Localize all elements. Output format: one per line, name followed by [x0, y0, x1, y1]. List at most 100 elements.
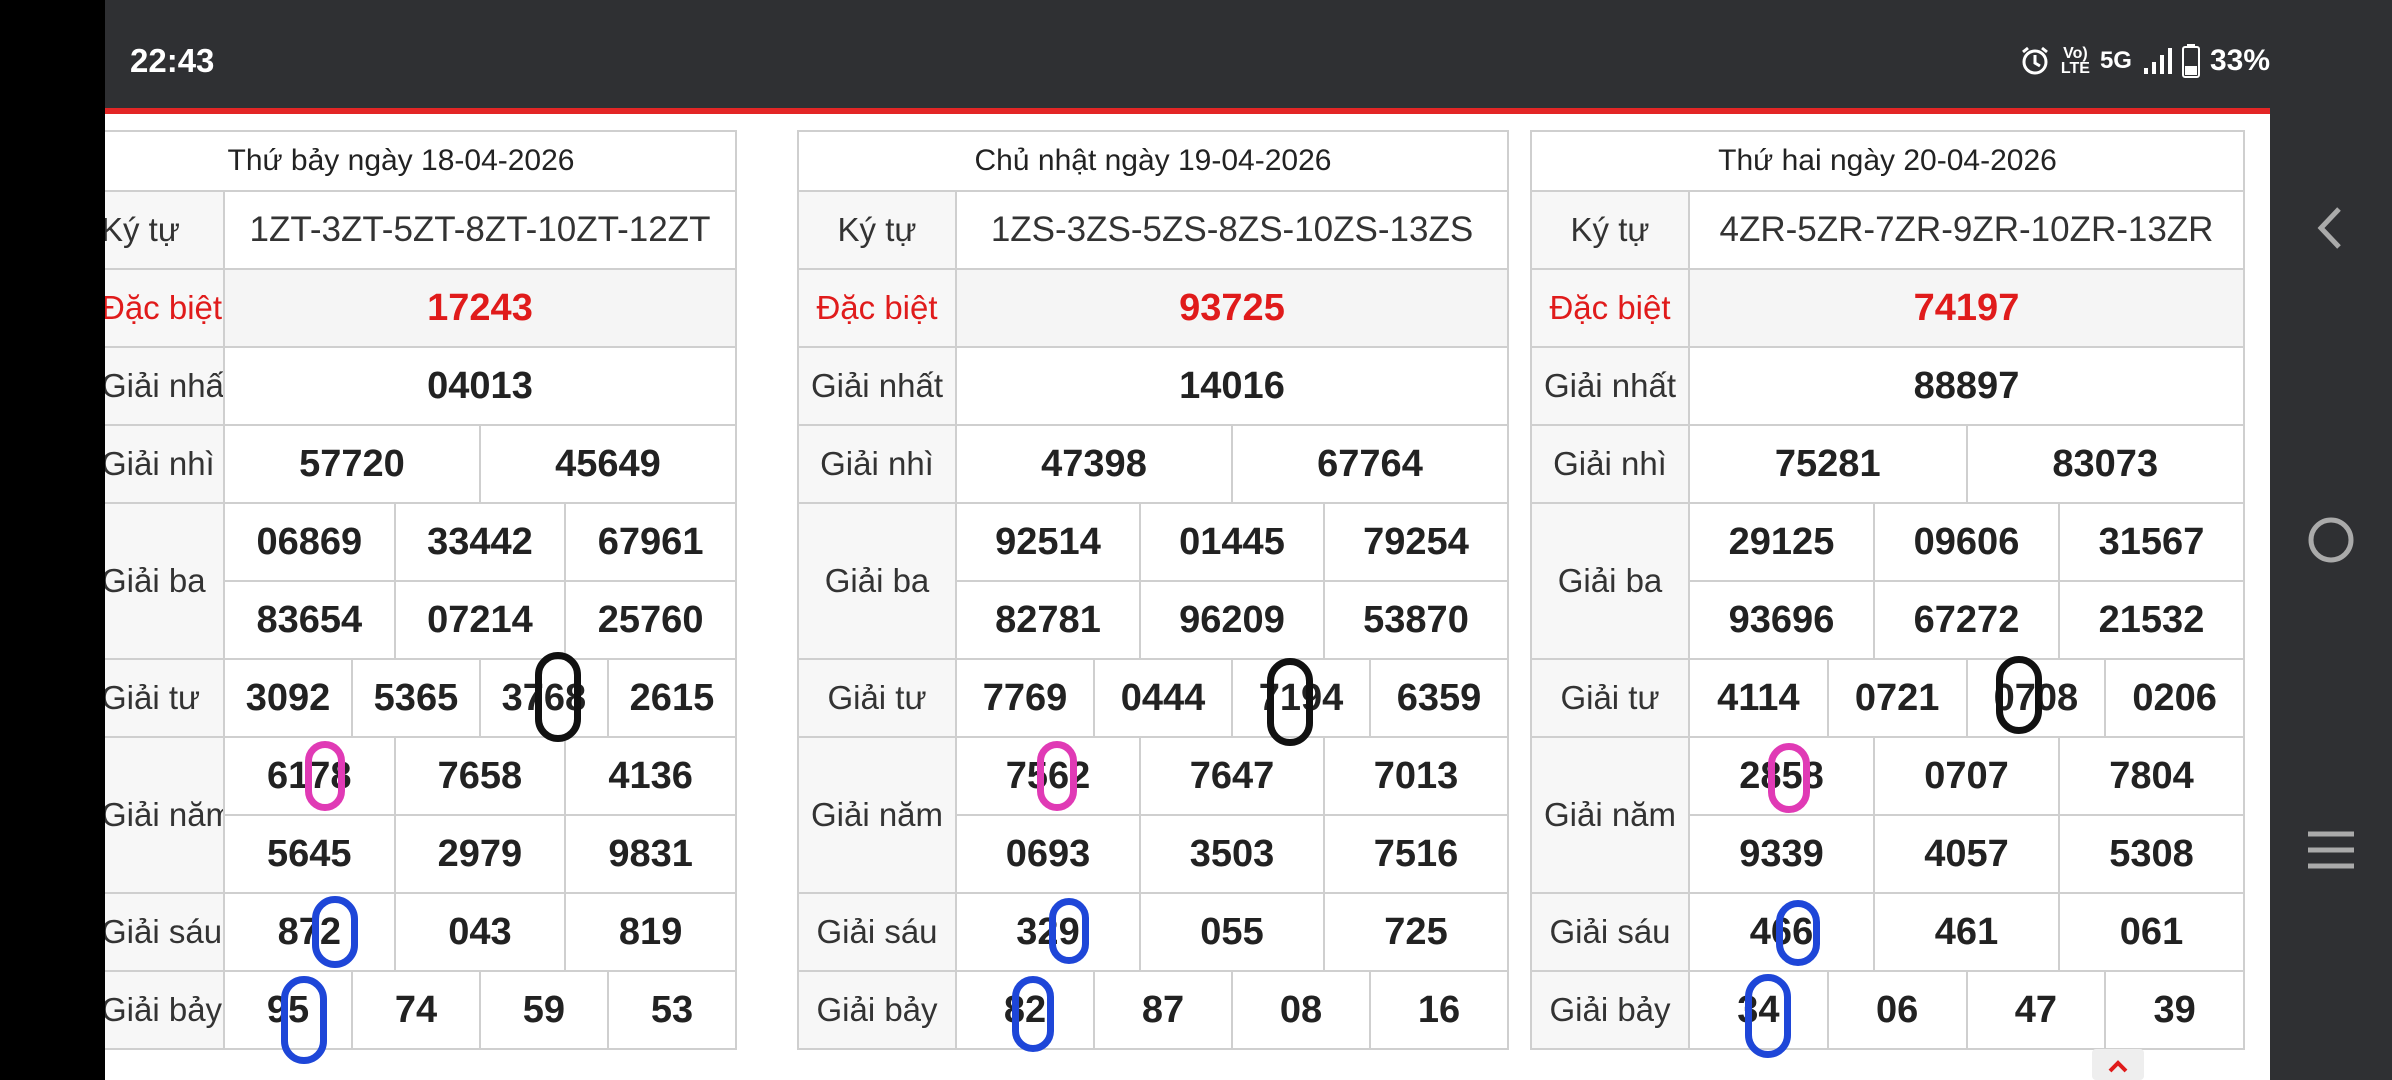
sixth-prize-value: 061: [2058, 892, 2245, 972]
seventh-prize-value: 87: [1093, 970, 1233, 1050]
results-table-monday: Thứ hai ngày 20-04-2026 Ký tự 4ZR-5ZR-7ZR-…: [1530, 130, 2245, 1050]
fourth-prize-value: 6359: [1369, 658, 1509, 738]
fourth-prize-value: 0721: [1826, 658, 1968, 738]
fifth-prize-value: 9831: [564, 814, 737, 894]
fifth-prize-value: 4057: [1873, 814, 2060, 894]
highlight-mark-pink-3: [1768, 743, 1810, 813]
ky-tu-value: 1ZS-3ZS-5ZS-8ZS-10ZS-13ZS: [955, 190, 1509, 270]
fourth-prize-value: 3092: [223, 658, 353, 738]
home-icon: [2308, 517, 2354, 563]
third-prize-value: 96209: [1139, 580, 1325, 660]
fourth-prize-value: 7769: [955, 658, 1095, 738]
fifth-prize-value: 7658: [393, 736, 567, 816]
ky-tu-value: 1ZT-3ZT-5ZT-8ZT-10ZT-12ZT: [223, 190, 737, 270]
highlight-mark-black-2: [1267, 658, 1313, 746]
third-prize-value: 93696: [1688, 580, 1875, 660]
highlight-mark-blue-2: [281, 976, 327, 1064]
highlight-mark-pink-2: [1037, 741, 1077, 811]
prize-label-fourth: Giải tư: [105, 658, 225, 738]
prize-label-fifth: Giải năm: [797, 736, 957, 894]
prize-label-special: Đặc biệt: [797, 268, 957, 348]
third-prize-value: 67961: [564, 502, 737, 582]
ky-tu-label: Ký tự: [105, 190, 225, 270]
highlight-mark-black-1: [535, 652, 581, 742]
fifth-prize-value: 0707: [1873, 736, 2060, 816]
seventh-prize-value: 74: [350, 970, 481, 1050]
fifth-prize-value: 7804: [2058, 736, 2245, 816]
highlight-mark-blue-1: [312, 896, 358, 968]
date-header: Thứ hai ngày 20-04-2026: [1530, 130, 2245, 192]
special-prize-value: 17243: [223, 268, 737, 348]
first-prize-value: 04013: [223, 346, 737, 426]
prize-label-special: Đặc biệt: [1530, 268, 1690, 348]
back-button[interactable]: [2270, 188, 2392, 268]
fourth-prize-value: 2615: [606, 658, 738, 738]
prize-label-fifth: Giải năm: [105, 736, 225, 894]
ky-tu-label: Ký tự: [1530, 190, 1690, 270]
prize-label-seventh: Giải bảy: [797, 970, 957, 1050]
status-icons: Vo) LTE 5G 33%: [2019, 44, 2270, 78]
seventh-prize-value: 53: [606, 970, 738, 1050]
fourth-prize-value: 4114: [1688, 658, 1829, 738]
third-prize-value: 21532: [2058, 580, 2245, 660]
third-prize-value: 31567: [2058, 502, 2245, 582]
recents-button[interactable]: [2270, 810, 2392, 890]
highlight-mark-blue-5: [1776, 900, 1820, 966]
third-prize-value: 09606: [1873, 502, 2060, 582]
alarm-icon: [2021, 46, 2048, 75]
network-type: 5G: [2099, 47, 2132, 74]
fifth-prize-value: 9339: [1688, 814, 1875, 894]
third-prize-value: 07214: [393, 580, 567, 660]
fifth-prize-value: 5308: [2058, 814, 2245, 894]
third-prize-value: 01445: [1139, 502, 1325, 582]
prize-label-second: Giải nhì: [797, 424, 957, 504]
sixth-prize-value: 043: [393, 892, 567, 972]
seventh-prize-value: 08: [1231, 970, 1371, 1050]
results-table-sunday: Chủ nhật ngày 19-04-2026 Ký tự 1ZS-3ZS-5ZS…: [797, 130, 1509, 1050]
status-bar: 22:43 Vo) LTE 5G 33%: [105, 0, 2270, 108]
third-prize-value: 53870: [1323, 580, 1509, 660]
prize-label-fourth: Giải tư: [797, 658, 957, 738]
prize-label-third: Giải ba: [1530, 502, 1690, 660]
second-prize-value: 57720: [223, 424, 481, 504]
special-prize-value: 74197: [1688, 268, 2245, 348]
first-prize-value: 14016: [955, 346, 1509, 426]
seventh-prize-value: 39: [2104, 970, 2245, 1050]
fifth-prize-value: 3503: [1139, 814, 1325, 894]
sixth-prize-value: 725: [1323, 892, 1509, 972]
volte-icon: Vo) LTE: [2060, 45, 2090, 77]
prize-label-fourth: Giải tư: [1530, 658, 1690, 738]
home-button[interactable]: [2270, 500, 2392, 580]
highlight-mark-blue-3: [1049, 898, 1089, 964]
prize-label-first: Giải nhất: [797, 346, 957, 426]
third-prize-value: 06869: [223, 502, 396, 582]
results-page[interactable]: Thứ bảy ngày 18-04-2026 Ký tự 1ZT-3ZT-5ZT-…: [105, 114, 2270, 1080]
prize-label-first: Giải nhất: [1530, 346, 1690, 426]
sixth-prize-value: 055: [1139, 892, 1325, 972]
prize-label-seventh: Giải bảy: [105, 970, 225, 1050]
results-table-saturday: Thứ bảy ngày 18-04-2026 Ký tự 1ZT-3ZT-5ZT-…: [105, 130, 738, 1050]
third-prize-value: 82781: [955, 580, 1141, 660]
third-prize-value: 79254: [1323, 502, 1509, 582]
sixth-prize-value: 819: [564, 892, 737, 972]
fifth-prize-value: 0693: [955, 814, 1141, 894]
battery-icon: [2181, 44, 2200, 78]
status-time: 22:43: [130, 42, 215, 79]
seventh-prize-value: 47: [1965, 970, 2107, 1050]
fifth-prize-value: 2979: [393, 814, 567, 894]
ky-tu-label: Ký tự: [797, 190, 957, 270]
prize-label-first: Giải nhất: [105, 346, 225, 426]
highlight-mark-black-3: [1996, 656, 2042, 734]
ky-tu-value: 4ZR-5ZR-7ZR-9ZR-10ZR-13ZR: [1688, 190, 2245, 270]
prize-label-second: Giải nhì: [105, 424, 225, 504]
second-prize-value: 47398: [955, 424, 1233, 504]
prize-label-special: Đặc biệt: [105, 268, 225, 348]
back-icon: [2317, 207, 2341, 249]
second-prize-value: 45649: [478, 424, 738, 504]
prize-label-fifth: Giải năm: [1530, 736, 1690, 894]
fourth-prize-value: 0206: [2104, 658, 2245, 738]
prize-label-third: Giải ba: [105, 502, 225, 660]
scroll-top-button[interactable]: [2092, 1049, 2144, 1080]
third-prize-value: 33442: [393, 502, 567, 582]
third-prize-value: 25760: [564, 580, 737, 660]
